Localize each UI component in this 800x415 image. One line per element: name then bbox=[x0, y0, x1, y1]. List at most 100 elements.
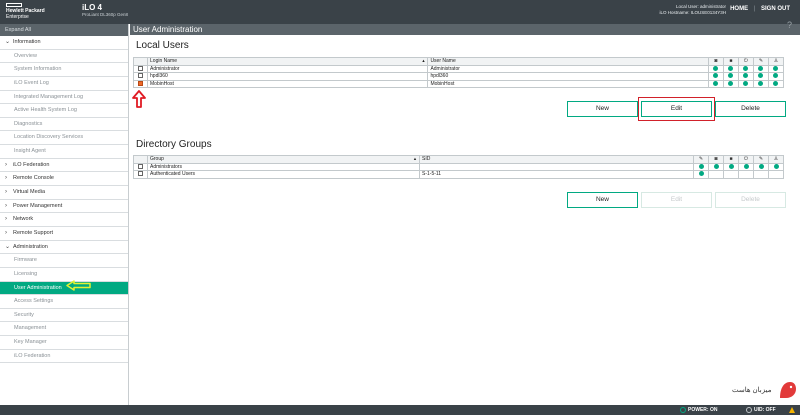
permission-cell bbox=[753, 162, 769, 171]
check-circle-icon bbox=[758, 80, 764, 86]
sidebar-item-label: Overview bbox=[14, 52, 37, 59]
permission-cell bbox=[708, 170, 724, 179]
col-sid[interactable]: SID bbox=[419, 155, 694, 164]
sidebar-item-overview[interactable]: Overview bbox=[0, 50, 128, 64]
dir-delete-button[interactable]: Delete bbox=[715, 192, 786, 208]
sidebar-item-power-management[interactable]: › Power Management bbox=[0, 200, 128, 214]
user-icon: ♙ bbox=[767, 57, 785, 66]
sid-cell: S-1-5-11 bbox=[419, 170, 694, 179]
table-row[interactable]: Administrator Administrator bbox=[132, 64, 785, 73]
sign-out-link[interactable]: SIGN OUT bbox=[761, 6, 790, 12]
sidebar-item-access-settings[interactable]: Access Settings bbox=[0, 295, 128, 309]
check-circle-icon bbox=[743, 80, 749, 86]
sidebar-item-user-administration[interactable]: User Administration bbox=[0, 281, 128, 296]
permission-cell bbox=[767, 79, 785, 88]
sidebar-item-ilo-event-log[interactable]: iLO Event Log bbox=[0, 77, 128, 91]
sidebar-item-virtual-media[interactable]: › Virtual Media bbox=[0, 186, 128, 200]
table-row[interactable]: MobinHost MobinHost bbox=[132, 79, 785, 88]
home-link[interactable]: HOME bbox=[730, 6, 748, 12]
sidebar-item-key-manager[interactable]: Key Manager bbox=[0, 336, 128, 350]
sidebar-item-diagnostics[interactable]: Diagnostics bbox=[0, 118, 128, 132]
sidebar-item-remote-console[interactable]: › Remote Console bbox=[0, 172, 128, 187]
sidebar-item-location-discovery-services[interactable]: Location Discovery Services bbox=[0, 131, 128, 146]
sidebar-item-label: Network bbox=[13, 216, 34, 223]
sidebar-item-label: Access Settings bbox=[14, 298, 54, 305]
sidebar-item-label: Active Health System Log bbox=[14, 107, 77, 114]
col-user-name[interactable]: User Name bbox=[427, 57, 709, 66]
local-users-title: Local Users bbox=[136, 40, 189, 51]
status-bar: POWER: ON UID: OFF bbox=[0, 405, 800, 415]
row-checkbox-cell[interactable] bbox=[133, 170, 148, 179]
chevron-right-icon: › bbox=[5, 175, 7, 182]
monitor-icon: ◙ bbox=[707, 57, 724, 66]
uid-status[interactable]: UID: OFF bbox=[746, 407, 776, 413]
page-title-bar: User Administration bbox=[130, 24, 800, 35]
permission-cell bbox=[722, 64, 739, 73]
row-checkbox-cell[interactable] bbox=[132, 64, 149, 73]
sidebar-item-integrated-management-log[interactable]: Integrated Management Log bbox=[0, 91, 128, 105]
sidebar-item-ilo-federation[interactable]: iLO Federation bbox=[0, 350, 128, 364]
table-header-row: Login Name ▲ User Name ◙ ■ ⏻ ✎ ♙ bbox=[132, 57, 785, 66]
ilo-hostname: iLO Hostname: ILOUSE0134Y3H bbox=[659, 10, 726, 15]
sidebar-item-network[interactable]: › Network bbox=[0, 213, 128, 227]
hpe-logo-mark bbox=[6, 3, 22, 7]
sidebar-item-label: iLO Federation bbox=[14, 352, 51, 359]
sidebar-item-management[interactable]: Management bbox=[0, 322, 128, 337]
permission-cell bbox=[693, 170, 709, 179]
dir-edit-button[interactable]: Edit bbox=[641, 192, 712, 208]
sidebar-item-security[interactable]: Security bbox=[0, 309, 128, 323]
top-bar: Hewlett Packard Enterprise iLO 4 ProLian… bbox=[0, 0, 800, 24]
sidebar-item-label: Information bbox=[13, 39, 41, 45]
nav-separator: | bbox=[753, 6, 756, 12]
sidebar-item-ilo-federation[interactable]: › iLO Federation bbox=[0, 159, 128, 173]
row-checkbox[interactable] bbox=[138, 65, 143, 71]
row-checkbox[interactable] bbox=[138, 73, 143, 79]
permission-cell bbox=[707, 64, 724, 73]
dir-new-button[interactable]: New bbox=[567, 192, 638, 208]
help-icon[interactable]: ? bbox=[787, 20, 792, 30]
expand-all-link[interactable]: Expand All bbox=[0, 24, 128, 36]
sidebar-item-remote-support[interactable]: › Remote Support bbox=[0, 227, 128, 241]
table-row[interactable]: Administrators bbox=[133, 162, 784, 171]
check-circle-icon bbox=[743, 163, 749, 169]
check-circle-icon bbox=[728, 163, 734, 169]
col-login-name[interactable]: Login Name ▲ bbox=[147, 57, 429, 66]
row-checkbox[interactable] bbox=[138, 80, 143, 86]
edit-highlight-box bbox=[638, 97, 715, 121]
sidebar-item-active-health-system-log[interactable]: Active Health System Log bbox=[0, 104, 128, 118]
check-circle-icon bbox=[773, 73, 779, 79]
local-delete-button[interactable]: Delete bbox=[715, 101, 786, 117]
sidebar-item-firmware[interactable]: Firmware bbox=[0, 254, 128, 268]
group-cell: Administrators bbox=[147, 162, 420, 171]
permission-cell bbox=[767, 72, 785, 81]
row-checkbox[interactable] bbox=[138, 171, 143, 177]
sort-asc-icon: ▲ bbox=[413, 156, 417, 162]
sidebar-item-licensing[interactable]: Licensing bbox=[0, 268, 128, 282]
sid-cell bbox=[419, 162, 694, 171]
col-group[interactable]: Group ▲ bbox=[147, 155, 420, 164]
local-new-button[interactable]: New bbox=[567, 101, 638, 117]
monitor-icon: ◙ bbox=[708, 155, 724, 164]
chevron-right-icon: › bbox=[5, 229, 7, 236]
check-circle-icon bbox=[773, 80, 779, 86]
directory-groups-table: Group ▲ SID ✎ ◙ ■ ⏻ ✎ ♙ Administrators Aut… bbox=[133, 155, 784, 179]
sidebar-item-label: Virtual Media bbox=[13, 189, 45, 196]
sidebar-item-administration[interactable]: ⌄ Administration bbox=[0, 241, 128, 255]
health-warning[interactable] bbox=[789, 407, 795, 413]
check-circle-icon bbox=[728, 73, 734, 79]
table-row[interactable]: Authenticated Users S-1-5-11 bbox=[133, 170, 784, 179]
sidebar-item-information[interactable]: ⌄ Information bbox=[0, 36, 128, 50]
row-checkbox-cell[interactable] bbox=[132, 72, 149, 81]
permission-cell bbox=[768, 170, 784, 179]
power-status[interactable]: POWER: ON bbox=[680, 407, 717, 413]
sidebar-item-label: Diagnostics bbox=[14, 120, 43, 127]
sidebar-item-label: Firmware bbox=[14, 257, 37, 264]
sidebar-nav: ⌄ Information Overview System Information iL… bbox=[0, 36, 128, 364]
row-checkbox-cell[interactable] bbox=[133, 162, 148, 171]
sidebar-item-insight-agent[interactable]: Insight Agent bbox=[0, 145, 128, 159]
table-row[interactable]: hpdl360 hpdl360 bbox=[132, 72, 785, 81]
row-checkbox[interactable] bbox=[138, 163, 143, 169]
permission-cell bbox=[707, 79, 724, 88]
row-checkbox-cell[interactable] bbox=[132, 79, 149, 88]
sidebar-item-system-information[interactable]: System Information bbox=[0, 63, 128, 77]
